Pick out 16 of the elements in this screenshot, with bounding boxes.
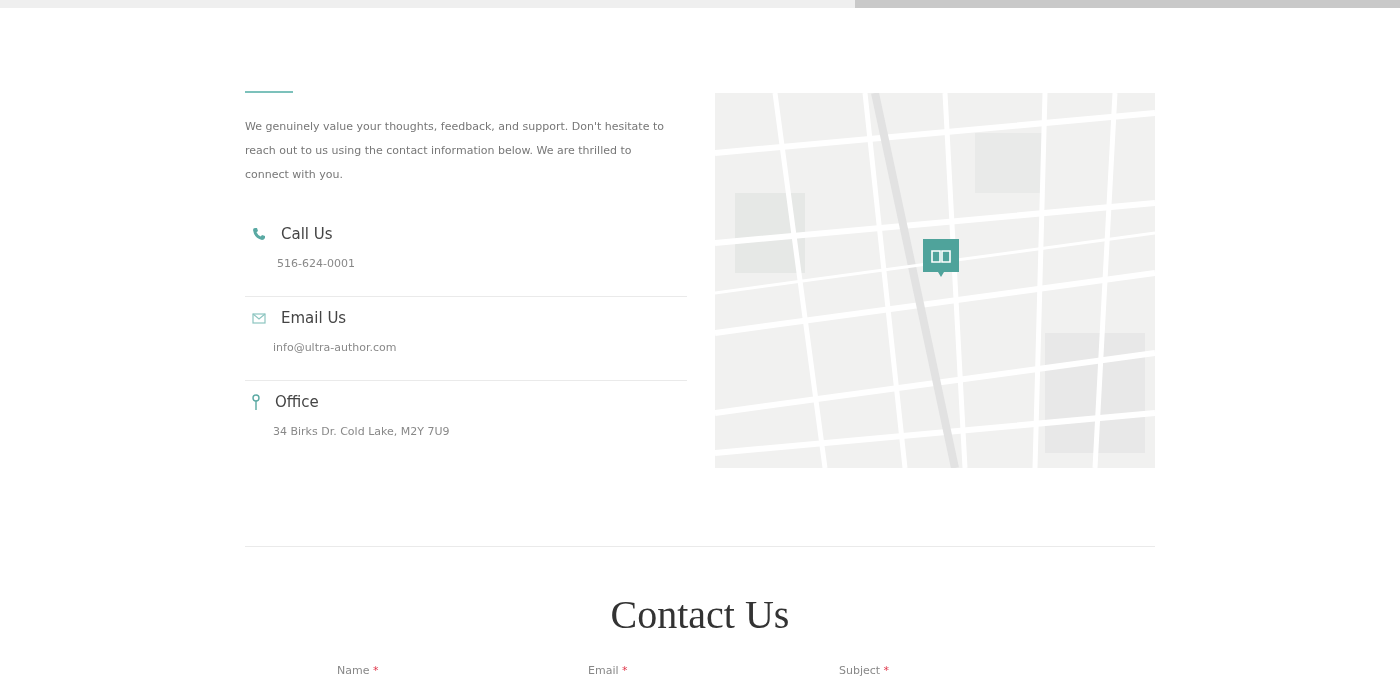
location-pin-icon	[252, 393, 260, 411]
field-label: Subject *	[839, 664, 891, 677]
field-label: Name *	[337, 664, 380, 677]
envelope-icon	[252, 312, 266, 324]
contact-detail: 34 Birks Dr. Cold Lake, M2Y 7U9	[272, 425, 451, 438]
contact-title: Email Us	[281, 309, 347, 327]
contact-title: Office	[275, 393, 319, 411]
contact-detail: 516-624-0001	[276, 257, 356, 270]
field-label: Email *	[588, 664, 629, 677]
phone-icon	[252, 227, 266, 241]
contact-title: Call Us	[281, 225, 333, 243]
section-title: Contact Us	[609, 591, 791, 638]
contact-detail: info@ultra-author.com	[272, 341, 398, 354]
intro-text: We genuinely value your thoughts, feedback, and support. Don't hesitate to reach out to us using the contact information below. We are thrilled to connect with you.	[245, 119, 665, 183]
map-marker-icon	[923, 239, 959, 277]
accent-line	[245, 91, 293, 93]
